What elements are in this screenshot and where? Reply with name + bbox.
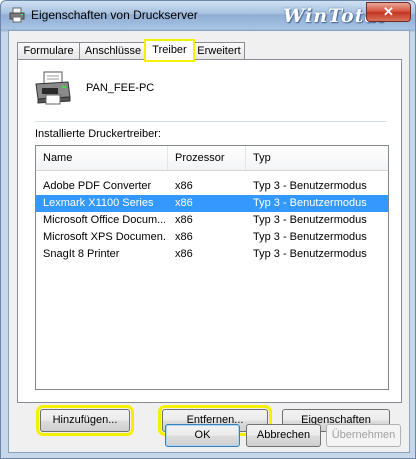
table-row[interactable]: Microsoft XPS Documen... x86 Typ 3 - Ben…: [36, 229, 388, 246]
driver-processor: x86: [175, 231, 193, 243]
driver-name: Adobe PDF Converter: [43, 180, 152, 192]
column-header-type[interactable]: Typ: [246, 146, 388, 170]
driver-name: Lexmark X1100 Series: [43, 197, 154, 209]
table-row[interactable]: SnagIt 8 Printer x86 Typ 3 - Benutzermod…: [36, 246, 388, 263]
table-row[interactable]: Microsoft Office Docum... x86 Typ 3 - Be…: [36, 212, 388, 229]
window-title: Eigenschaften von Druckserver: [31, 8, 198, 22]
apply-label: Übernehmen: [331, 429, 396, 441]
add-driver-button[interactable]: Hinzufügen...: [36, 405, 134, 436]
server-name: PAN_FEE-PC: [86, 82, 155, 94]
apply-button[interactable]: Übernehmen: [326, 424, 401, 447]
installed-drivers-label: Installierte Druckertreiber:: [35, 128, 161, 140]
driver-type: Typ 3 - Benutzermodus: [253, 248, 367, 260]
driver-type: Typ 3 - Benutzermodus: [253, 214, 367, 226]
add-driver-label: Hinzufügen...: [52, 414, 118, 426]
column-header-processor[interactable]: Prozessor: [168, 146, 246, 170]
close-icon: ✕: [383, 4, 394, 19]
dialog-client-area: Formulare Anschlüsse Treiber Erweitert P…: [8, 30, 410, 453]
driver-type: Typ 3 - Benutzermodus: [253, 197, 367, 209]
driver-name: Microsoft XPS Documen...: [43, 231, 165, 243]
tab-formulare[interactable]: Formulare: [17, 42, 80, 60]
tab-erweitert[interactable]: Erweitert: [193, 42, 245, 60]
close-button[interactable]: ✕: [366, 2, 411, 22]
ok-button[interactable]: OK: [165, 424, 240, 447]
separator: [35, 121, 387, 122]
driver-processor: x86: [175, 180, 193, 192]
driver-name: Microsoft Office Docum...: [43, 214, 165, 226]
driver-type: Typ 3 - Benutzermodus: [253, 231, 367, 243]
list-header: Name Prozessor Typ: [36, 146, 388, 171]
column-header-name[interactable]: Name: [36, 146, 168, 170]
tab-anschluesse[interactable]: Anschlüsse: [79, 42, 147, 60]
driver-processor: x86: [175, 197, 193, 209]
tab-treiber[interactable]: Treiber: [144, 39, 195, 62]
printer-icon: [9, 7, 25, 23]
printer-icon: [35, 71, 71, 105]
cancel-button[interactable]: Abbrechen: [246, 424, 321, 447]
tab-panel-treiber: PAN_FEE-PC Installierte Druckertreiber: …: [17, 59, 402, 436]
table-row[interactable]: Adobe PDF Converter x86 Typ 3 - Benutzer…: [36, 178, 388, 195]
table-row-selected[interactable]: Lexmark X1100 Series x86 Typ 3 - Benutze…: [36, 195, 388, 212]
driver-processor: x86: [175, 214, 193, 226]
title-bar[interactable]: Eigenschaften von Druckserver WinTotal ✕: [1, 1, 415, 29]
driver-type: Typ 3 - Benutzermodus: [253, 180, 367, 192]
drivers-list[interactable]: Name Prozessor Typ Adobe PDF Converter x…: [35, 145, 389, 390]
ok-label: OK: [194, 429, 211, 441]
cancel-label: Abbrechen: [256, 429, 311, 441]
driver-name: SnagIt 8 Printer: [43, 248, 120, 260]
driver-processor: x86: [175, 248, 193, 260]
dialog-window: Eigenschaften von Druckserver WinTotal ✕…: [0, 0, 416, 459]
